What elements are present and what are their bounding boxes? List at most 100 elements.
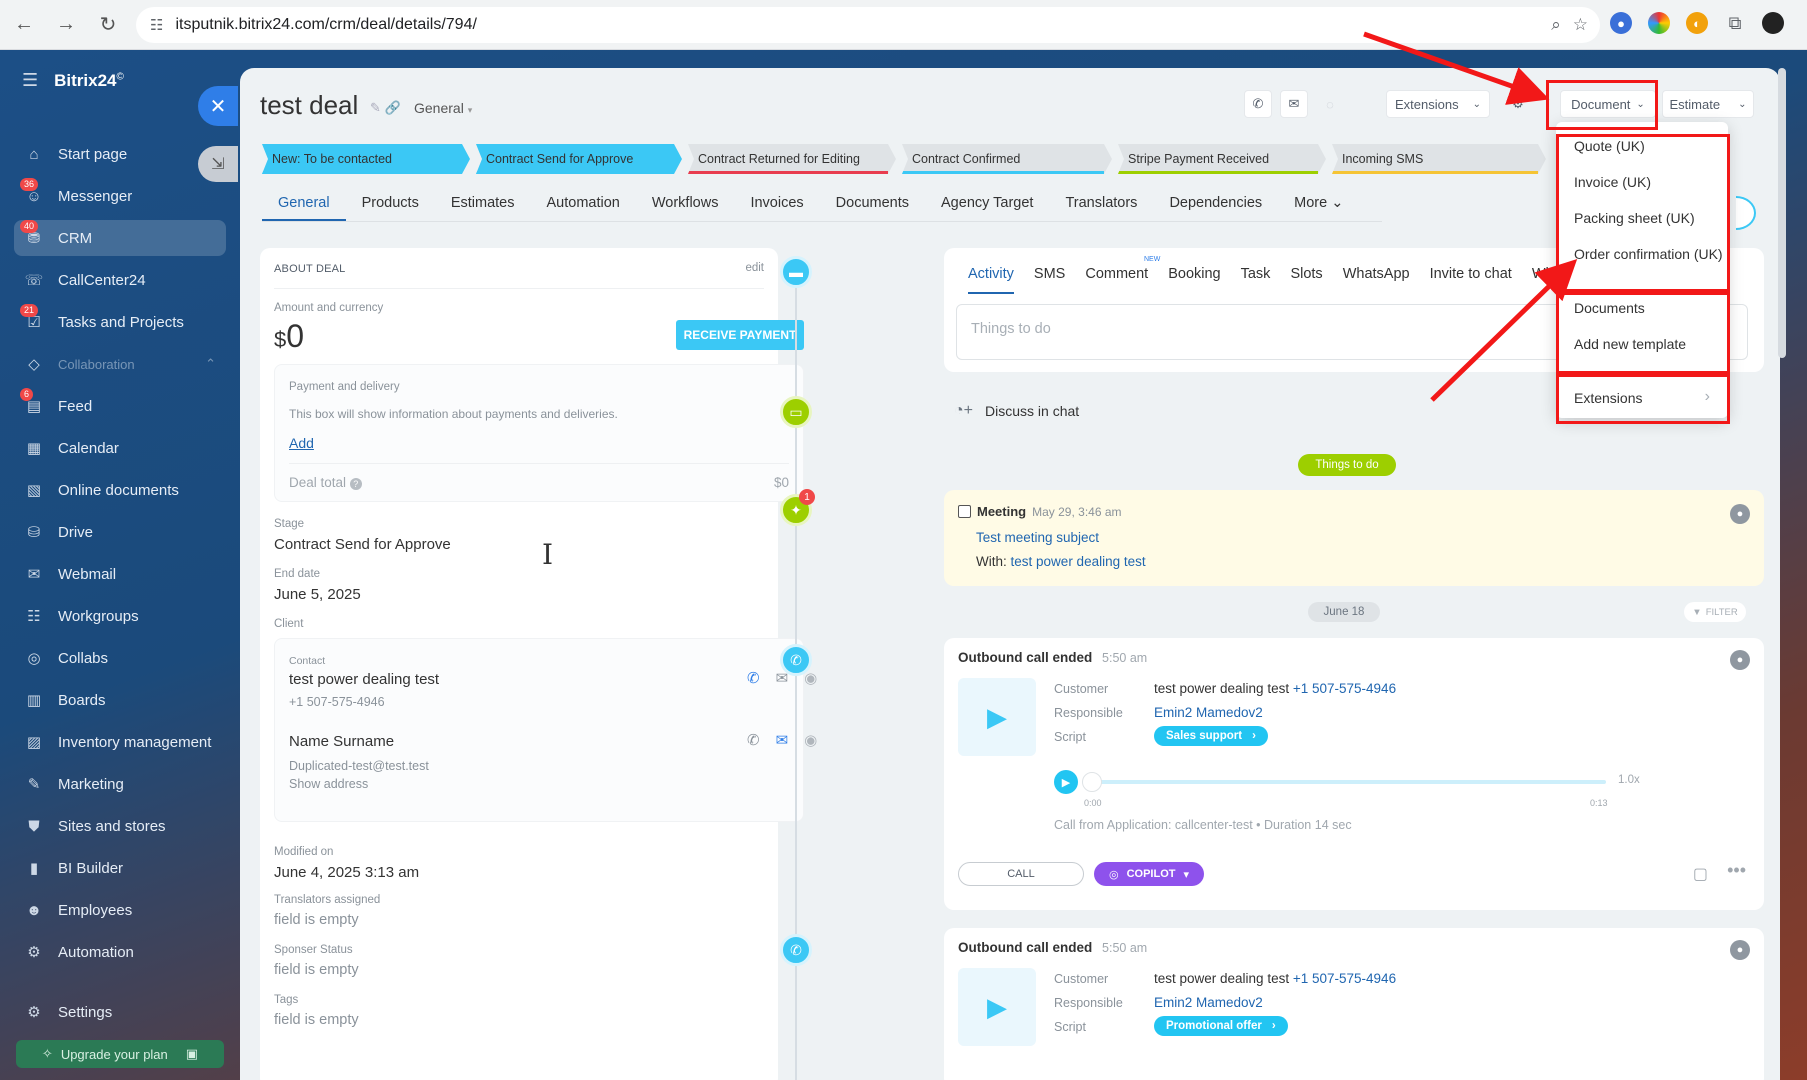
receive-payment-button[interactable]: RECEIVE PAYMENT: [676, 320, 804, 350]
sidebar-item-crm[interactable]: ⛃ 40 CRM: [14, 220, 226, 256]
customer-name[interactable]: test power dealing test: [1154, 971, 1289, 986]
extension-icon[interactable]: ◐: [1686, 12, 1708, 34]
tab-automation[interactable]: Automation: [531, 188, 636, 221]
tab-dependencies[interactable]: Dependencies: [1153, 188, 1278, 221]
meeting-checkbox[interactable]: [958, 505, 971, 518]
sidebar-item-drive[interactable]: ⛁ Drive: [14, 514, 226, 550]
end-date-value[interactable]: June 5, 2025: [274, 586, 361, 603]
meeting-subject[interactable]: Test meeting subject: [976, 530, 1099, 545]
sidebar-item-marketing[interactable]: ✎ Marketing: [14, 766, 226, 802]
sidebar-item-sites-and-stores[interactable]: ⛊ Sites and stores: [14, 808, 226, 844]
call-button[interactable]: ✆: [1244, 90, 1272, 118]
script-pill[interactable]: Sales support ›: [1154, 726, 1268, 746]
sidebar-item-employees[interactable]: ☻ Employees: [14, 892, 226, 928]
tab-invoices[interactable]: Invoices: [734, 188, 819, 221]
category-selector[interactable]: General ▾: [414, 100, 472, 116]
translators-value[interactable]: field is empty: [274, 912, 359, 928]
upgrade-plan-button[interactable]: ✧ Upgrade your plan ▣: [16, 1040, 224, 1068]
tab-translators[interactable]: Translators: [1049, 188, 1153, 221]
play-button[interactable]: ▶: [1054, 770, 1078, 794]
reload-icon[interactable]: ↻: [90, 7, 126, 43]
meeting-with-contact[interactable]: test power dealing test: [1011, 554, 1146, 569]
user-avatar-icon[interactable]: ●: [1730, 650, 1750, 670]
sidebar-item-settings[interactable]: ⚙ Settings: [14, 994, 226, 1030]
logo[interactable]: Bitrix24©: [54, 71, 124, 91]
sidebar-item-calendar[interactable]: ▦ Calendar: [14, 430, 226, 466]
activity-tab-sms[interactable]: SMS: [1034, 266, 1065, 282]
sidebar-item-start-page[interactable]: ⌂ Start page: [14, 136, 226, 172]
activity-tab-task[interactable]: Task: [1241, 266, 1271, 282]
sidebar-item-inventory-management[interactable]: ▨ Inventory management: [14, 724, 226, 760]
tab-documents[interactable]: Documents: [820, 188, 925, 221]
activity-tab-activity[interactable]: Activity: [968, 266, 1014, 282]
sidebar-item-automation[interactable]: ⚙ Automation: [14, 934, 226, 970]
responsible-value[interactable]: Emin2 Mamedov2: [1154, 995, 1263, 1010]
forward-icon[interactable]: →: [48, 7, 84, 43]
tab-workflows[interactable]: Workflows: [636, 188, 735, 221]
sidebar-item-collaboration[interactable]: ◇ Collaboration ⌃: [14, 346, 226, 382]
scrollbar[interactable]: [1778, 68, 1786, 358]
password-manager-icon[interactable]: ●: [1610, 12, 1632, 34]
stage-incoming-sms[interactable]: Incoming SMS: [1332, 144, 1546, 174]
stage-contract-send-for-approve[interactable]: Contract Send for Approve: [476, 144, 682, 174]
contact-phone[interactable]: +1 507-575-4946: [289, 695, 385, 709]
stage-value[interactable]: Contract Send for Approve: [274, 536, 451, 553]
chat-button[interactable]: ◌: [1316, 90, 1344, 118]
edit-title-icon[interactable]: ✎ 🔗: [370, 100, 401, 116]
close-slider-button[interactable]: ✕: [198, 86, 238, 126]
chevron-up-icon[interactable]: ⌃: [205, 356, 216, 372]
customer-phone[interactable]: +1 507-575-4946: [1293, 971, 1396, 986]
contact-name[interactable]: test power dealing test: [289, 671, 439, 688]
sidebar-item-boards[interactable]: ▥ Boards: [14, 682, 226, 718]
activity-tab-invite-to-chat[interactable]: Invite to chat: [1430, 266, 1512, 282]
copilot-button[interactable]: ◎ COPILOT ▾: [1094, 862, 1204, 886]
tab-general[interactable]: General: [262, 188, 346, 221]
discuss-in-chat[interactable]: ◔+ Discuss in chat: [954, 402, 1079, 420]
call-back-button[interactable]: CALL: [958, 862, 1084, 886]
email-button[interactable]: ✉: [1280, 90, 1308, 118]
stage-stripe-payment-received[interactable]: Stripe Payment Received: [1118, 144, 1326, 174]
phone-icon[interactable]: ✆: [747, 669, 760, 687]
activity-tab-comment[interactable]: Comment: [1085, 266, 1148, 282]
tab-products[interactable]: Products: [346, 188, 435, 221]
activity-tab-booking[interactable]: Booking: [1168, 266, 1220, 282]
stage-contract-returned-for-editing[interactable]: Contract Returned for Editing: [688, 144, 896, 174]
track-knob[interactable]: [1082, 772, 1102, 792]
more-icon[interactable]: •••: [1727, 860, 1746, 881]
note-icon[interactable]: ▢: [1693, 864, 1708, 884]
chat-icon[interactable]: ◉: [804, 731, 817, 749]
menu-icon[interactable]: ☰: [22, 70, 38, 91]
tab-agency-target[interactable]: Agency Target: [925, 188, 1049, 221]
activity-tab-slots[interactable]: Slots: [1290, 266, 1322, 282]
sidebar-item-tasks-and-projects[interactable]: ☑ 21 Tasks and Projects: [14, 304, 226, 340]
edit-link[interactable]: edit: [745, 262, 764, 274]
tab-more[interactable]: More ⌄: [1278, 188, 1359, 221]
playback-speed[interactable]: 1.0x: [1618, 774, 1640, 786]
user-avatar-icon[interactable]: ●: [1730, 504, 1750, 524]
sponsor-value[interactable]: field is empty: [274, 962, 359, 978]
sidebar-item-bi-builder[interactable]: ▮ BI Builder: [14, 850, 226, 886]
add-payment-link[interactable]: Add: [289, 435, 314, 451]
contact2-name[interactable]: Name Surname: [289, 733, 394, 750]
zoom-icon[interactable]: ⌕: [1551, 15, 1561, 35]
puzzle-icon[interactable]: ⧉: [1724, 12, 1746, 34]
help-icon[interactable]: ?: [349, 478, 362, 490]
extensions-button[interactable]: Extensions ⌄: [1386, 90, 1490, 118]
script-pill[interactable]: Promotional offer ›: [1154, 1016, 1288, 1036]
color-extension-icon[interactable]: [1648, 12, 1670, 34]
minimize-slider-button[interactable]: ⇲: [198, 146, 238, 182]
responsible-value[interactable]: Emin2 Mamedov2: [1154, 705, 1263, 720]
stage-contract-confirmed[interactable]: Contract Confirmed: [902, 144, 1112, 174]
settings-button[interactable]: ⚙: [1506, 90, 1530, 118]
sidebar-item-feed[interactable]: ▤ 6 Feed: [14, 388, 226, 424]
sidebar-item-messenger[interactable]: ☺ 36 Messenger: [14, 178, 226, 214]
bookmark-star-icon[interactable]: ☆: [1573, 15, 1588, 35]
tab-estimates[interactable]: Estimates: [435, 188, 531, 221]
estimate-button[interactable]: Estimate ⌄: [1662, 90, 1754, 118]
stage-new-to-be-contacted[interactable]: New: To be contacted: [262, 144, 470, 174]
sidebar-item-workgroups[interactable]: ☷ Workgroups: [14, 598, 226, 634]
site-settings-icon[interactable]: ☷: [150, 16, 163, 34]
sidebar-item-webmail[interactable]: ✉ Webmail: [14, 556, 226, 592]
activity-tab-whatsapp[interactable]: WhatsApp: [1343, 266, 1410, 282]
tags-value[interactable]: field is empty: [274, 1012, 359, 1028]
